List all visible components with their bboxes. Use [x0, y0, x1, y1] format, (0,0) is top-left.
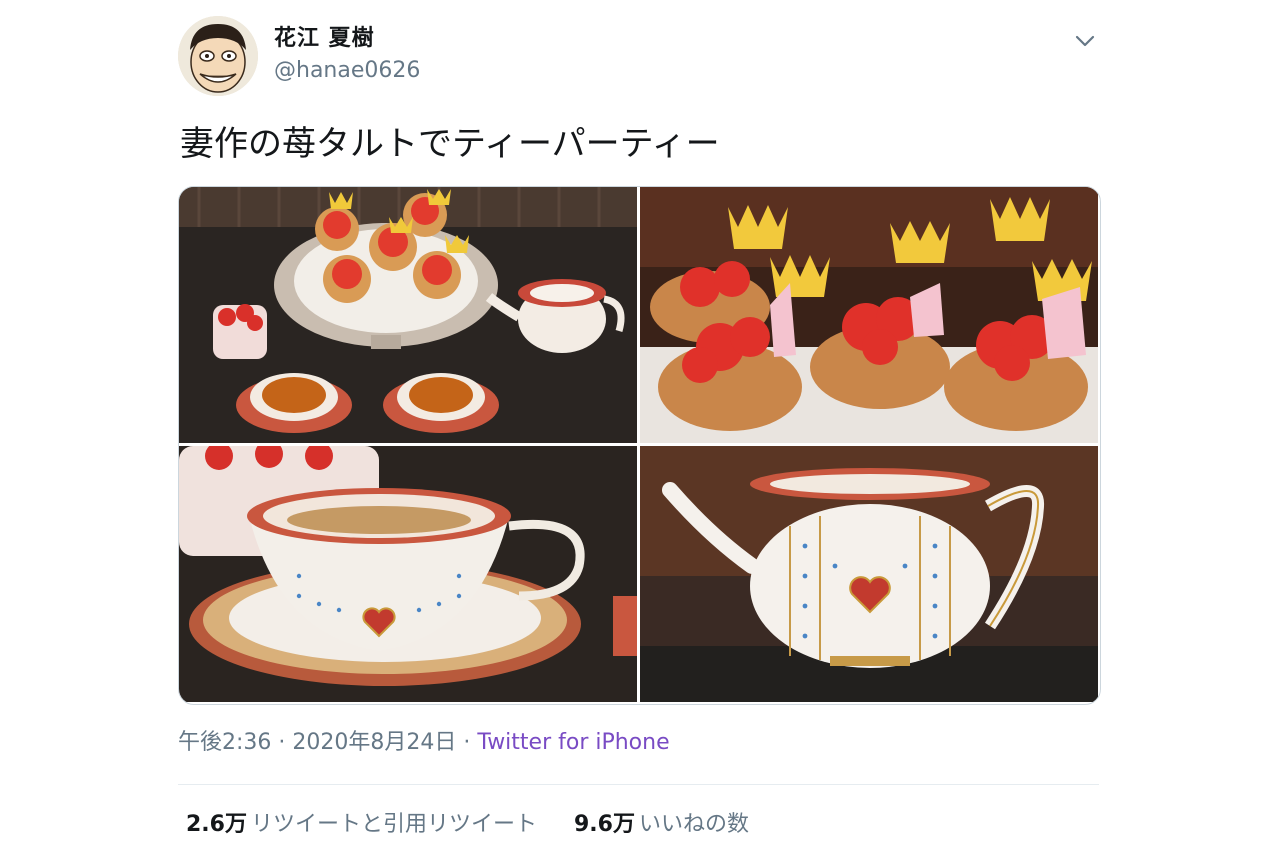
retweets-stat[interactable]: 2.6万 リツイートと引用リツイート [186, 810, 537, 840]
photo-teacup-and-saucer[interactable] [179, 446, 637, 702]
avatar-illustration [178, 16, 258, 96]
likes-count: 9.6万 [574, 812, 635, 837]
likes-label: いいねの数 [638, 812, 749, 837]
photo-tea-party-table[interactable] [179, 187, 637, 443]
retweets-count: 2.6万 [186, 812, 247, 837]
meta-separator-2: · [463, 730, 471, 755]
media-grid [178, 186, 1101, 705]
tweet-text: 妻作の苺タルトでティーパーティー [180, 124, 720, 164]
likes-stat[interactable]: 9.6万 いいねの数 [574, 810, 749, 840]
chevron-down-icon[interactable] [1071, 26, 1099, 54]
tweet-source-link[interactable]: Twitter for iPhone [477, 730, 669, 755]
tweet: 花江 夏樹 @hanae0626 妻作の苺タルトでティーパーティー 午後2:36… [178, 14, 1101, 837]
tweet-header: 花江 夏樹 @hanae0626 [178, 14, 1099, 98]
divider [178, 784, 1099, 785]
author-block: 花江 夏樹 @hanae0626 [274, 24, 420, 86]
meta-separator: · [278, 730, 286, 755]
tweet-stats: 2.6万 リツイートと引用リツイート 9.6万 いいねの数 [186, 810, 779, 840]
retweets-label: リツイートと引用リツイート [250, 812, 537, 837]
user-handle[interactable]: @hanae0626 [274, 56, 420, 86]
avatar[interactable] [178, 16, 258, 96]
display-name[interactable]: 花江 夏樹 [274, 24, 420, 54]
photo-teapot[interactable] [640, 446, 1098, 702]
tweet-time[interactable]: 午後2:36 [178, 730, 271, 755]
tweet-date[interactable]: 2020年8月24日 [292, 730, 456, 755]
tweet-meta: 午後2:36 · 2020年8月24日 · Twitter for iPhone [178, 728, 670, 758]
photo-strawberry-tarts-closeup[interactable] [640, 187, 1098, 443]
